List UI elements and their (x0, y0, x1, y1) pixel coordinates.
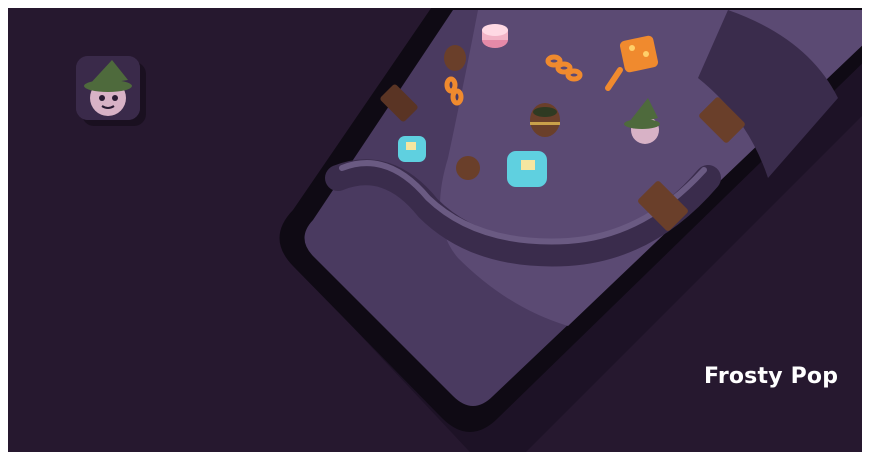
app-icon (76, 56, 140, 120)
brand-title: Frosty Pop (704, 364, 839, 389)
cake-icon (482, 24, 508, 48)
promo-banner: Frosty Pop (8, 8, 862, 452)
witch-character-icon (76, 56, 140, 120)
